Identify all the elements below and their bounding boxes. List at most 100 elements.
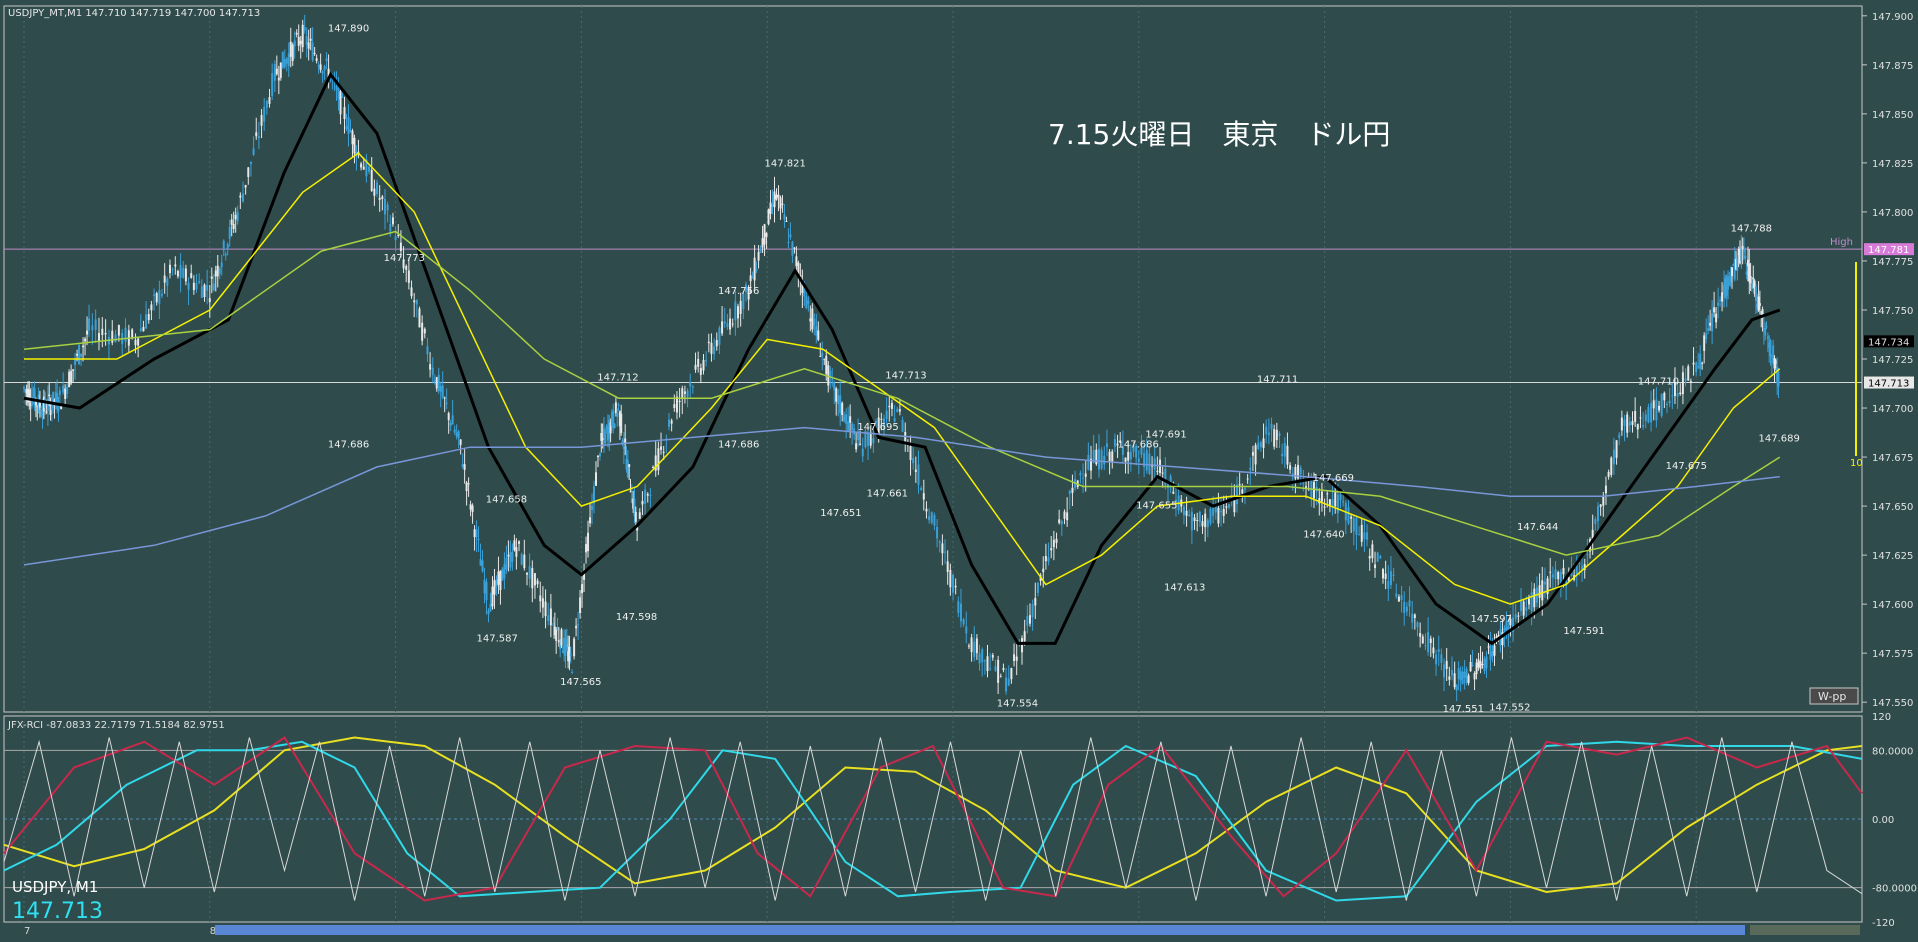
candle-body: [349, 129, 352, 132]
candle-body: [1366, 532, 1369, 540]
candle-body: [226, 243, 229, 250]
symbol-line: USDJPY_MT,M1 147.710 147.719 147.700 147…: [8, 8, 260, 19]
candle-body: [208, 298, 211, 303]
candle-body: [1554, 569, 1557, 580]
candle-body: [734, 301, 737, 321]
candle-body: [1758, 303, 1761, 306]
candle-body: [503, 564, 506, 579]
candle-body: [949, 569, 952, 588]
price-tick: 147.650: [1872, 502, 1913, 513]
candle-body: [849, 416, 852, 423]
candle-body: [249, 161, 252, 165]
candle-body: [337, 88, 340, 100]
candle-body: [1379, 556, 1382, 559]
candle-body: [114, 334, 117, 343]
candle-body: [1097, 448, 1100, 470]
candle-body: [68, 371, 71, 388]
candle-body: [1156, 470, 1159, 472]
candle-body: [493, 580, 496, 595]
price-label: 147.651: [820, 508, 861, 519]
price-label: 147.552: [1489, 702, 1530, 713]
candle-body: [285, 58, 288, 64]
candle-body: [1463, 671, 1466, 678]
candle-body: [859, 443, 862, 445]
candle-body: [1538, 585, 1541, 598]
candle-body: [1461, 671, 1464, 684]
candle-body: [1766, 336, 1769, 339]
candle-body: [1010, 668, 1013, 680]
candle-body: [275, 68, 278, 75]
candle-body: [1278, 433, 1281, 436]
candle-body: [581, 584, 584, 594]
candle-body: [435, 377, 438, 389]
candle-body: [1190, 511, 1193, 531]
candle-body: [405, 265, 408, 270]
candle-body: [1352, 518, 1355, 532]
candle-body: [203, 284, 206, 297]
candle-body: [1408, 600, 1411, 607]
rci-tick: -120: [1872, 918, 1895, 929]
candle-body: [1100, 450, 1103, 469]
candle-body: [1082, 477, 1085, 479]
candle-body: [1770, 361, 1773, 363]
candle-body: [620, 413, 623, 433]
price-label: 147.591: [1563, 626, 1604, 637]
candle-body: [513, 540, 516, 551]
rci-tick: 80.0000: [1872, 746, 1913, 757]
candle-body: [1148, 453, 1151, 475]
history-scrollbar[interactable]: [215, 925, 1745, 935]
candle-body: [389, 223, 392, 232]
candle-body: [1034, 598, 1037, 606]
price-label: 147.587: [477, 634, 518, 645]
price-label: 147.686: [718, 439, 759, 450]
candle-body: [1283, 443, 1286, 457]
candle-body: [1689, 381, 1692, 383]
candle-body: [481, 560, 484, 572]
candle-body: [569, 653, 572, 656]
candle-body: [1374, 564, 1377, 569]
candle-body: [461, 464, 464, 467]
candle-body: [341, 96, 344, 98]
candle-body: [410, 287, 413, 297]
candle-body: [975, 638, 978, 654]
candle-body: [917, 464, 920, 485]
annotation-text: 7.15火曜日 東京 ドル円: [1048, 118, 1390, 151]
candle-body: [946, 561, 949, 572]
candle-body: [293, 40, 296, 47]
candle-body: [697, 358, 700, 367]
candle-body: [1302, 482, 1305, 484]
candle-body: [1113, 439, 1116, 447]
candle-body: [311, 42, 314, 61]
candle-body: [182, 267, 185, 278]
candle-body: [587, 532, 590, 552]
candle-body: [944, 551, 947, 553]
candle-body: [184, 268, 187, 282]
candle-body: [715, 340, 718, 347]
candle-body: [145, 314, 148, 329]
candle-body: [1201, 521, 1204, 527]
candle-body: [1400, 595, 1403, 600]
candle-body: [473, 529, 476, 538]
candle-body: [131, 329, 134, 338]
candle-body: [142, 326, 145, 332]
candle-body: [315, 58, 318, 61]
candle-body: [920, 488, 923, 490]
candle-body: [1403, 601, 1406, 614]
candle-body: [1491, 651, 1494, 657]
candle-body: [699, 367, 702, 375]
candle-body: [1479, 661, 1482, 669]
candle-body: [321, 71, 324, 74]
candle-body: [1752, 277, 1755, 280]
candle-body: [1717, 302, 1720, 306]
candle-body: [179, 265, 182, 278]
candle-body: [1188, 514, 1191, 517]
candle-body: [1246, 478, 1249, 480]
scrollbar-end[interactable]: [1750, 925, 1860, 935]
chart-canvas[interactable]: 78910111213141516147.900147.875147.85014…: [0, 0, 1918, 942]
candle-body: [1736, 258, 1739, 271]
price-label: 147.689: [1759, 434, 1800, 445]
candle-body: [1050, 548, 1053, 551]
candle-body: [60, 406, 63, 410]
candle-body: [547, 615, 550, 622]
price-label: 147.691: [1145, 430, 1186, 441]
